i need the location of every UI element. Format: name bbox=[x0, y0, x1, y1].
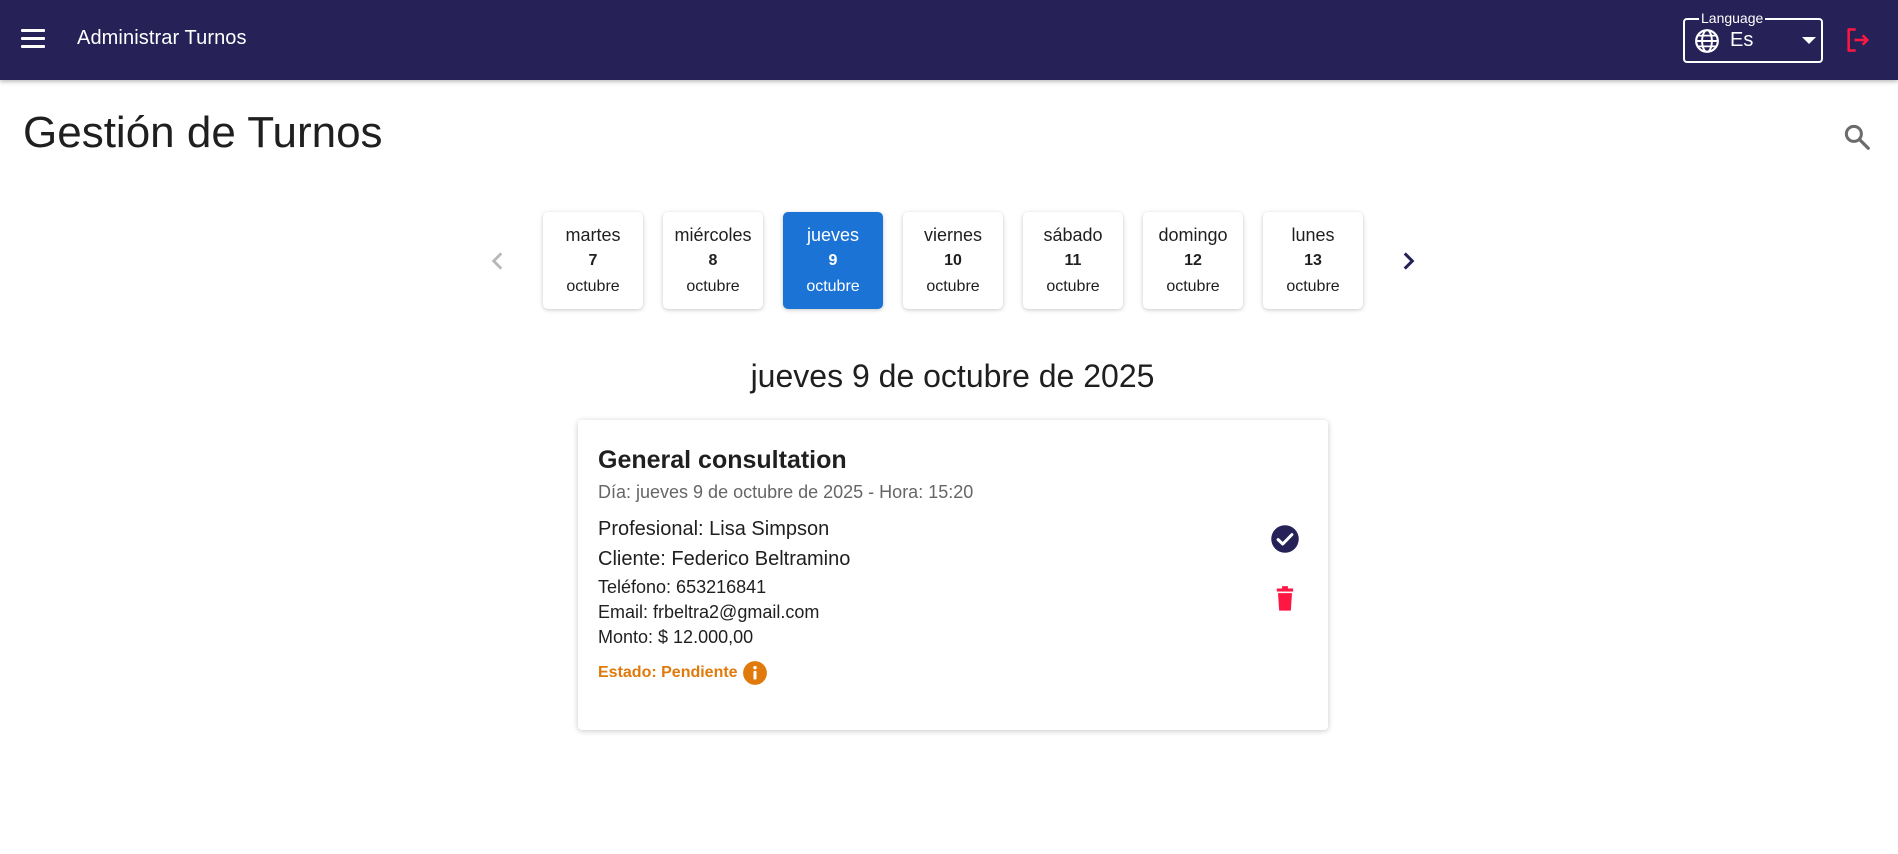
selected-date-heading: jueves 9 de octubre de 2025 bbox=[750, 358, 1155, 394]
day-name: martes bbox=[565, 225, 621, 245]
day-number: 8 bbox=[708, 252, 718, 269]
day-month: octubre bbox=[1046, 278, 1100, 295]
day-card-domingo[interactable]: domingo 12 octubre bbox=[1143, 212, 1243, 309]
day-number: 9 bbox=[828, 252, 838, 269]
day-name: jueves bbox=[806, 225, 860, 245]
day-number: 10 bbox=[944, 252, 962, 269]
appointment-phone: Teléfono: 653216841 bbox=[598, 577, 767, 597]
appointment-datetime: Día: jueves 9 de octubre de 2025 - Hora:… bbox=[598, 482, 974, 502]
day-number: 7 bbox=[588, 252, 598, 269]
day-name: miércoles bbox=[674, 225, 752, 245]
language-value: Es bbox=[1730, 29, 1754, 51]
day-month: octubre bbox=[806, 278, 860, 295]
day-card-jueves[interactable]: jueves 9 octubre bbox=[783, 212, 883, 309]
day-number: 12 bbox=[1184, 252, 1202, 269]
appointment-title: General consultation bbox=[598, 446, 847, 474]
prev-days-button[interactable] bbox=[485, 248, 511, 274]
appointment-amount: Monto: $ 12.000,00 bbox=[598, 627, 754, 647]
language-label: Language bbox=[1699, 10, 1766, 26]
delete-icon[interactable] bbox=[1271, 584, 1299, 614]
next-days-button[interactable] bbox=[1395, 248, 1421, 274]
appointment-professional: Profesional: Lisa Simpson bbox=[598, 518, 830, 540]
day-card-lunes[interactable]: lunes 13 octubre bbox=[1263, 212, 1363, 309]
day-month: octubre bbox=[1166, 278, 1220, 295]
app-title: Administrar Turnos bbox=[77, 27, 247, 49]
appointment-client: Cliente: Federico Beltramino bbox=[598, 548, 851, 570]
app-bar: Administrar Turnos Language Es bbox=[0, 0, 1898, 80]
day-name: domingo bbox=[1158, 225, 1228, 245]
search-icon[interactable] bbox=[1842, 122, 1872, 152]
language-select[interactable]: Language Es bbox=[1683, 10, 1823, 63]
day-month: octubre bbox=[686, 278, 740, 295]
day-name: viernes bbox=[923, 225, 983, 245]
menu-icon[interactable] bbox=[18, 26, 48, 54]
day-name: lunes bbox=[1291, 225, 1335, 245]
info-icon[interactable] bbox=[742, 660, 768, 686]
confirm-icon[interactable] bbox=[1270, 524, 1300, 554]
day-number: 13 bbox=[1304, 252, 1322, 269]
day-month: octubre bbox=[1286, 278, 1340, 295]
day-number: 11 bbox=[1064, 252, 1082, 269]
page-title: Gestión de Turnos bbox=[23, 108, 383, 157]
day-card-miercoles[interactable]: miércoles 8 octubre bbox=[663, 212, 763, 309]
logout-icon[interactable] bbox=[1844, 26, 1872, 54]
globe-icon bbox=[1695, 29, 1719, 53]
day-card-martes[interactable]: martes 7 octubre bbox=[543, 212, 643, 309]
appointment-email: Email: frbeltra2@gmail.com bbox=[598, 602, 820, 622]
appointment-card: General consultation Día: jueves 9 de oc… bbox=[578, 420, 1328, 730]
day-month: octubre bbox=[566, 278, 620, 295]
caret-down-icon bbox=[1802, 37, 1816, 44]
status-badge: Estado: Pendiente bbox=[598, 664, 738, 681]
day-card-viernes[interactable]: viernes 10 octubre bbox=[903, 212, 1003, 309]
day-name: sábado bbox=[1043, 225, 1103, 245]
day-card-sabado[interactable]: sábado 11 octubre bbox=[1023, 212, 1123, 309]
day-month: octubre bbox=[926, 278, 980, 295]
